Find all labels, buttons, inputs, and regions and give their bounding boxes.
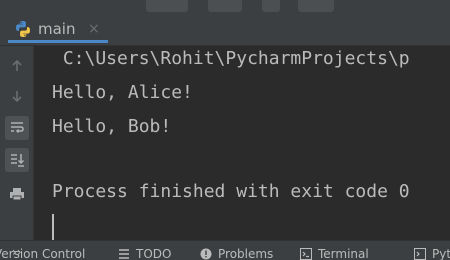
down-arrow-icon[interactable] xyxy=(5,84,29,108)
status-item-label: Version Control xyxy=(0,247,86,260)
todo-list-icon xyxy=(119,249,129,259)
problems-tab[interactable]: Problems xyxy=(200,247,273,260)
console-line: C:\Users\Rohit\PycharmProjects\p xyxy=(52,48,410,69)
toolbar-fragment xyxy=(262,0,280,12)
up-arrow-icon[interactable] xyxy=(5,54,29,78)
terminal-icon xyxy=(300,248,312,260)
run-tool-sidebar xyxy=(0,46,34,240)
python-console-icon xyxy=(414,248,426,260)
console-output[interactable]: C:\Users\Rohit\PycharmProjects\p Hello, … xyxy=(34,46,450,240)
close-icon[interactable]: × xyxy=(88,21,100,37)
text-cursor xyxy=(52,214,54,240)
toolbar-fragment xyxy=(298,0,334,12)
status-item-label: TODO xyxy=(136,247,172,260)
python-file-icon xyxy=(16,21,30,37)
status-item-label: Terminal xyxy=(318,247,369,260)
console-line: Hello, Alice! xyxy=(52,82,193,103)
print-icon[interactable] xyxy=(5,182,29,206)
python-console-tab[interactable]: Pytho xyxy=(414,247,450,260)
tool-window-bar: ›› Version Control TODO Problems Termina… xyxy=(0,240,450,260)
todo-tab[interactable]: TODO xyxy=(118,247,171,260)
status-item-label: Problems xyxy=(218,247,274,260)
problems-icon xyxy=(200,248,212,260)
version-control-tab[interactable]: Version Control xyxy=(0,247,85,260)
editor-tab-bar: main × xyxy=(0,0,450,46)
scroll-to-end-icon[interactable] xyxy=(5,148,29,172)
console-line-exit: Process finished with exit code 0 xyxy=(52,181,410,202)
console-line: Hello, Bob! xyxy=(52,116,172,137)
status-item-label: Pytho xyxy=(432,247,450,260)
tab-label: main xyxy=(38,20,76,38)
active-tab-indicator xyxy=(8,40,108,43)
toolbar-fragment xyxy=(146,0,188,12)
toolbar-fragment xyxy=(208,0,242,12)
terminal-tab[interactable]: Terminal xyxy=(300,247,369,260)
soft-wrap-icon[interactable] xyxy=(5,116,29,140)
